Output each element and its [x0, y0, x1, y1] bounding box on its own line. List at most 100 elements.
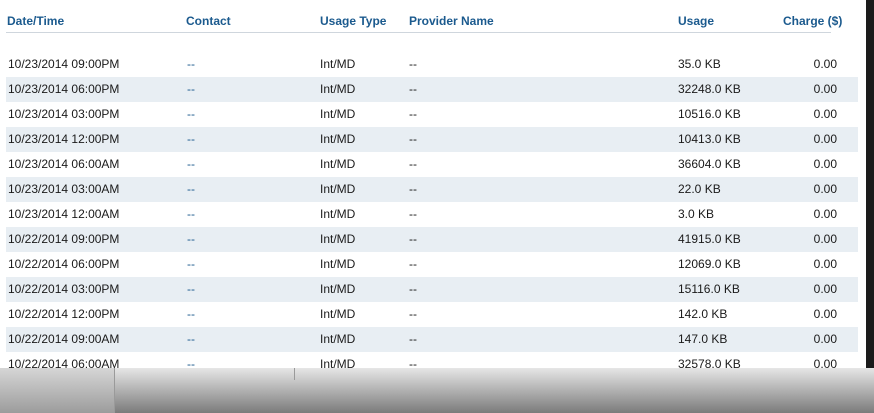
- usage-cell: 32578.0 KB: [678, 357, 741, 368]
- provider-name-cell: --: [409, 232, 417, 246]
- usage-cell: 147.0 KB: [678, 332, 728, 346]
- contact-cell[interactable]: --: [187, 282, 195, 297]
- datetime-cell: 10/22/2014 09:00AM: [8, 332, 120, 346]
- column-header-charge[interactable]: Charge ($): [783, 14, 842, 28]
- datetime-cell: 10/23/2014 03:00AM: [8, 182, 120, 196]
- datetime-cell: 10/23/2014 06:00PM: [8, 82, 120, 96]
- table-row: 10/23/2014 03:00AM -- Int/MD -- 22.0 KB 0.00: [6, 177, 858, 202]
- table-row: 10/22/2014 09:00PM -- Int/MD -- 41915.0 KB 0.…: [6, 227, 858, 252]
- usage-type-cell: Int/MD: [320, 332, 356, 346]
- usage-cell: 10413.0 KB: [678, 132, 741, 146]
- contact-cell[interactable]: --: [187, 357, 195, 368]
- window-backdrop-bottom: [0, 368, 874, 413]
- contact-cell[interactable]: --: [187, 57, 195, 72]
- charge-cell: 0.00: [813, 307, 837, 321]
- table-row: 10/22/2014 06:00AM -- Int/MD -- 32578.0 KB 0.…: [6, 352, 858, 368]
- usage-type-cell: Int/MD: [320, 257, 356, 271]
- usage-type-cell: Int/MD: [320, 57, 356, 71]
- table-row: 10/23/2014 09:00PM -- Int/MD -- 35.0 KB 0.00: [6, 52, 858, 77]
- provider-name-cell: --: [409, 357, 417, 368]
- datetime-cell: 10/22/2014 03:00PM: [8, 282, 120, 296]
- column-header-provider-name[interactable]: Provider Name: [409, 14, 494, 28]
- usage-cell: 22.0 KB: [678, 182, 721, 196]
- charge-cell: 0.00: [813, 157, 837, 171]
- charge-cell: 0.00: [813, 57, 837, 71]
- table-header: Date/Time Contact Usage Type Provider Na…: [0, 0, 866, 33]
- provider-name-cell: --: [409, 307, 417, 321]
- contact-cell[interactable]: --: [187, 207, 195, 222]
- contact-cell[interactable]: --: [187, 82, 195, 97]
- usage-type-cell: Int/MD: [320, 207, 356, 221]
- charge-cell: 0.00: [813, 332, 837, 346]
- datetime-cell: 10/22/2014 09:00PM: [8, 232, 120, 246]
- column-header-contact[interactable]: Contact: [186, 14, 231, 28]
- backdrop-divider: [294, 368, 295, 380]
- column-header-usage[interactable]: Usage: [678, 14, 714, 28]
- contact-cell[interactable]: --: [187, 107, 195, 122]
- contact-cell[interactable]: --: [187, 232, 195, 247]
- charge-cell: 0.00: [813, 132, 837, 146]
- backdrop-tab: [0, 368, 114, 413]
- charge-cell: 0.00: [813, 232, 837, 246]
- usage-type-cell: Int/MD: [320, 107, 356, 121]
- table-row: 10/22/2014 06:00PM -- Int/MD -- 12069.0 KB 0.…: [6, 252, 858, 277]
- usage-type-cell: Int/MD: [320, 357, 356, 368]
- provider-name-cell: --: [409, 132, 417, 146]
- table-row: 10/22/2014 09:00AM -- Int/MD -- 147.0 KB 0.00: [6, 327, 858, 352]
- usage-type-cell: Int/MD: [320, 232, 356, 246]
- charge-cell: 0.00: [813, 257, 837, 271]
- provider-name-cell: --: [409, 257, 417, 271]
- usage-cell: 142.0 KB: [678, 307, 728, 321]
- window-right-edge: [866, 0, 874, 368]
- contact-cell[interactable]: --: [187, 307, 195, 322]
- datetime-cell: 10/23/2014 12:00AM: [8, 207, 120, 221]
- provider-name-cell: --: [409, 157, 417, 171]
- table-row: 10/22/2014 12:00PM -- Int/MD -- 142.0 KB 0.00: [6, 302, 858, 327]
- contact-cell[interactable]: --: [187, 132, 195, 147]
- provider-name-cell: --: [409, 282, 417, 296]
- usage-cell: 12069.0 KB: [678, 257, 741, 271]
- contact-cell[interactable]: --: [187, 182, 195, 197]
- usage-type-cell: Int/MD: [320, 157, 356, 171]
- column-header-datetime[interactable]: Date/Time: [7, 14, 64, 28]
- usage-type-cell: Int/MD: [320, 132, 356, 146]
- table-row: 10/22/2014 03:00PM -- Int/MD -- 15116.0 KB 0.…: [6, 277, 858, 302]
- column-header-usage-type[interactable]: Usage Type: [320, 14, 386, 28]
- header-divider: [6, 32, 831, 33]
- table-row: 10/23/2014 12:00AM -- Int/MD -- 3.0 KB 0.00: [6, 202, 858, 227]
- contact-cell[interactable]: --: [187, 257, 195, 272]
- usage-type-cell: Int/MD: [320, 282, 356, 296]
- datetime-cell: 10/22/2014 06:00PM: [8, 257, 120, 271]
- charge-cell: 0.00: [813, 282, 837, 296]
- datetime-cell: 10/23/2014 12:00PM: [8, 132, 120, 146]
- usage-type-cell: Int/MD: [320, 82, 356, 96]
- usage-cell: 32248.0 KB: [678, 82, 741, 96]
- provider-name-cell: --: [409, 82, 417, 96]
- table-row: 10/23/2014 12:00PM -- Int/MD -- 10413.0 KB 0.…: [6, 127, 858, 152]
- usage-type-cell: Int/MD: [320, 182, 356, 196]
- contact-cell[interactable]: --: [187, 332, 195, 347]
- charge-cell: 0.00: [813, 82, 837, 96]
- usage-type-cell: Int/MD: [320, 307, 356, 321]
- usage-table-body: 10/23/2014 09:00PM -- Int/MD -- 35.0 KB 0.00 1…: [6, 52, 858, 368]
- provider-name-cell: --: [409, 332, 417, 346]
- provider-name-cell: --: [409, 207, 417, 221]
- datetime-cell: 10/22/2014 12:00PM: [8, 307, 120, 321]
- usage-cell: 35.0 KB: [678, 57, 721, 71]
- usage-cell: 10516.0 KB: [678, 107, 741, 121]
- usage-cell: 15116.0 KB: [678, 282, 740, 296]
- provider-name-cell: --: [409, 107, 417, 121]
- table-row: 10/23/2014 06:00PM -- Int/MD -- 32248.0 KB 0.…: [6, 77, 858, 102]
- contact-cell[interactable]: --: [187, 157, 195, 172]
- backdrop-divider: [114, 368, 115, 413]
- table-row: 10/23/2014 06:00AM -- Int/MD -- 36604.0 KB 0.…: [6, 152, 858, 177]
- usage-cell: 41915.0 KB: [678, 232, 741, 246]
- datetime-cell: 10/23/2014 03:00PM: [8, 107, 120, 121]
- provider-name-cell: --: [409, 182, 417, 196]
- usage-cell: 3.0 KB: [678, 207, 715, 221]
- usage-cell: 36604.0 KB: [678, 157, 741, 171]
- datetime-cell: 10/22/2014 06:00AM: [8, 357, 120, 368]
- usage-details-panel: Date/Time Contact Usage Type Provider Na…: [0, 0, 866, 368]
- charge-cell: 0.00: [813, 182, 837, 196]
- charge-cell: 0.00: [813, 207, 837, 221]
